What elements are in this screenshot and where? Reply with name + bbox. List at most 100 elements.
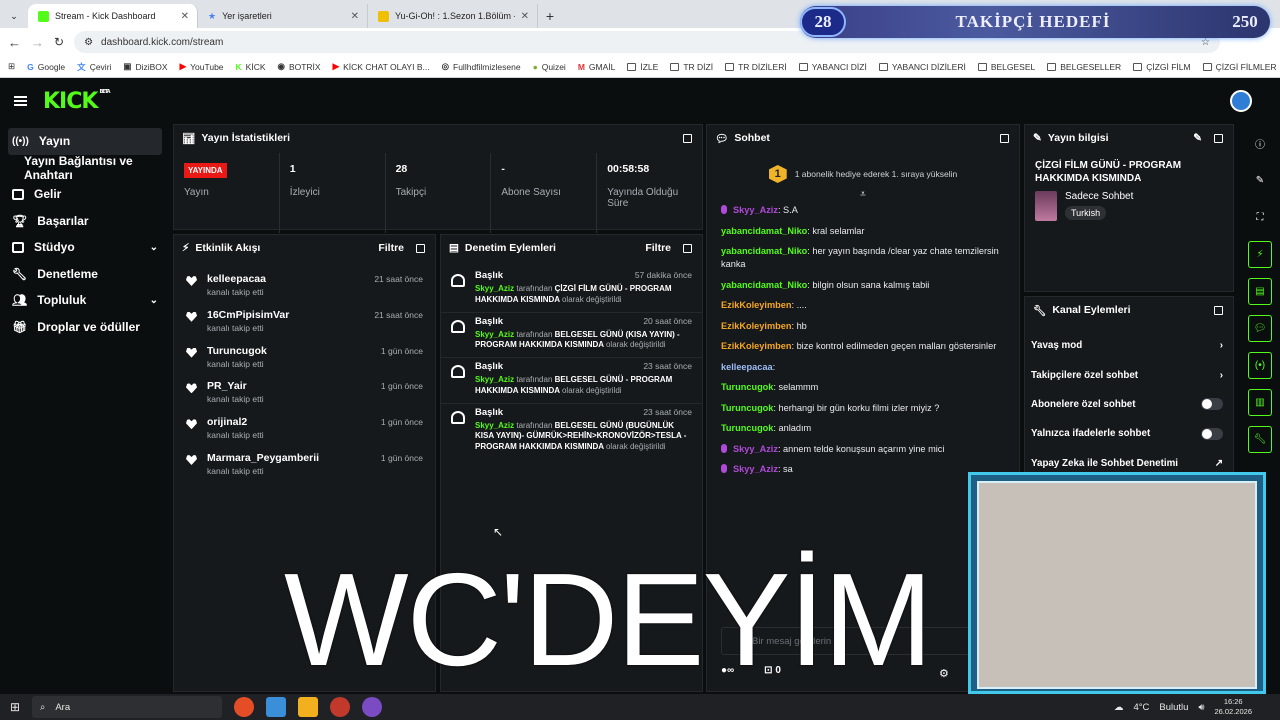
edit-icon[interactable]: ✎ [1248,167,1272,194]
bookmark-item[interactable]: 文 Çeviri [77,61,111,73]
clock[interactable]: 16:26 26.02.2026 [1214,697,1252,717]
bookmark-item[interactable]: ▣ DiziBOX [123,61,167,72]
browser-tab[interactable]: ★ Yer işaretleri ✕ [198,4,368,28]
sidebar-item-drops[interactable]: 🎁︎ Droplar ve ödüller [0,314,170,341]
reload-icon[interactable]: ↻ [54,35,64,49]
chat-username[interactable]: EzikKoleyimben [721,341,791,351]
kick-logo[interactable]: KICK BETA [43,89,111,114]
collapse-icon[interactable]: ⩡ [707,189,1019,200]
media-icon[interactable] [298,697,318,717]
event-user[interactable]: Turuncugok [207,345,267,357]
close-tab-icon[interactable]: ✕ [181,11,189,22]
bookmark-item[interactable]: ● Quizei [533,62,566,72]
sidebar-item-achievements[interactable]: 🏆︎ Başarılar [0,208,170,235]
mod-user[interactable]: Skyy_Aziz [475,330,514,339]
back-icon[interactable]: ← [8,35,21,50]
close-tab-icon[interactable]: ✕ [351,11,359,22]
edit-icon[interactable]: ✎ [1193,132,1202,144]
popout-icon[interactable] [683,243,692,253]
event-user[interactable]: PR_Yair [207,380,264,392]
site-info-icon[interactable]: ⚙ [84,37,93,48]
chat-username[interactable]: yabancidamat_Niko [721,246,807,256]
bookmark-folder[interactable]: BELGESEL [977,62,1035,72]
popout-icon[interactable] [1214,133,1223,143]
sidebar-item-revenue[interactable]: Gelir [0,181,170,208]
chat-username[interactable]: Skyy_Aziz [733,464,778,474]
bookmark-item[interactable]: ▶ KİCK CHAT OLAYI B... [333,61,430,72]
chat-username[interactable]: Turuncugok [721,403,773,413]
bookmark-folder[interactable]: YABANCI DİZİLERİ [878,62,966,72]
bookmark-star-icon[interactable]: ☆ [1201,37,1210,48]
chat-username[interactable]: Turuncugok [721,423,773,433]
mod-user[interactable]: Skyy_Aziz [475,421,514,430]
avatar[interactable] [1230,90,1252,112]
chat-username[interactable]: EzikKoleyimben [721,300,791,310]
chat-username[interactable]: kelleepacaa [721,362,773,372]
info-icon[interactable]: ⓘ [1248,130,1272,157]
forward-icon[interactable]: → [31,35,44,50]
chat-username[interactable]: Skyy_Aziz [733,444,778,454]
bolt-icon[interactable]: ⚡︎ [1248,241,1272,268]
filter-button[interactable]: Filtre [378,242,404,254]
event-user[interactable]: orijinal2 [207,416,264,428]
sidebar-item-studio[interactable]: Stüdyo ⌄ [0,234,170,261]
chat-username[interactable]: Skyy_Aziz [733,205,778,215]
volume-icon[interactable]: 🔊︎ [1198,702,1204,713]
chat-username[interactable]: yabancidamat_Niko [721,280,807,290]
taskbar-search[interactable]: ⌕ Ara [32,696,222,718]
bookmark-item[interactable]: M GMAİL [578,62,616,72]
popout-icon[interactable] [1000,133,1009,143]
followers-only-row[interactable]: Takipçilere özel sohbet › [1025,360,1233,389]
sidebar-item-community[interactable]: 👥︎ Topluluk ⌄ [0,287,170,314]
chat-username[interactable]: Turuncugok [721,382,773,392]
browser-tab[interactable]: Stream - Kick Dashboard ✕ [28,4,198,28]
event-user[interactable]: kelleepacaa [207,273,266,285]
chevron-down-icon[interactable]: ⌄ [150,242,158,253]
sidebar-item-stream-key[interactable]: Yayın Bağlantısı ve Anahtarı [0,154,170,182]
sidebar-item-stream[interactable]: ((•)) Yayın [8,128,162,155]
new-tab-button[interactable]: + [538,4,562,28]
bookmark-item[interactable]: ◉ BOTRİX [278,61,321,72]
bookmark-folder[interactable]: BELGESELLER [1047,62,1121,72]
bookmark-item[interactable]: ▶ YouTube [180,61,224,72]
bookmark-folder[interactable]: YABANCI DİZİ [798,62,867,72]
popout-icon[interactable] [683,133,692,143]
category-name[interactable]: Sadece Sohbet [1065,191,1133,202]
emotes-only-toggle[interactable] [1201,427,1223,440]
event-user[interactable]: Marmara_Peygamberii [207,452,319,464]
event-user[interactable]: 16CmPipisimVar [207,309,289,321]
bookmark-item[interactable]: G Google [27,62,65,72]
pinned-gift-banner[interactable]: 1 1 abonelik hediye ederek 1. sıraya yük… [707,159,1019,189]
bookmark-item[interactable]: ◎ Fullhdfilmizlesene [442,61,521,72]
bookmark-item[interactable]: K KİCK [236,62,266,72]
chevron-down-icon[interactable]: ⌄ [150,295,158,306]
slow-mode-row[interactable]: Yavaş mod › [1025,331,1233,360]
close-tab-icon[interactable]: ✕ [521,11,529,22]
tab-search-icon[interactable]: ⌄ [0,4,28,28]
filter-button[interactable]: Filtre [645,242,671,254]
document-icon[interactable]: ▤ [1248,278,1272,305]
mod-user[interactable]: Skyy_Aziz [475,284,514,293]
app-icon[interactable] [362,697,382,717]
wrench-icon[interactable]: 🔧︎ [1248,426,1272,453]
chat-icon[interactable]: 💬︎ [1248,315,1272,342]
windows-start-icon[interactable]: ⊞ [10,700,20,714]
popout-icon[interactable] [1214,305,1223,315]
chrome-icon[interactable] [234,697,254,717]
screen-icon[interactable]: ⛶ [1248,204,1272,231]
bookmark-folder[interactable]: ÇİZGİ FİLMLER [1202,62,1277,72]
layers-icon[interactable]: ▥ [1248,389,1272,416]
bookmark-folder[interactable]: TR DİZİLERİ [725,62,787,72]
obs-icon[interactable] [330,697,350,717]
chat-username[interactable]: EzikKoleyimben [721,321,791,331]
broadcast-icon[interactable]: (•) [1248,352,1272,379]
explorer-icon[interactable] [266,697,286,717]
bookmark-folder[interactable]: ÇİZGİ FİLM [1133,62,1191,72]
browser-tab[interactable]: Yu-Gi-Oh! : 1.Sezon 1.Bölüm - İ ✕ [368,4,538,28]
bookmark-folder[interactable]: İZLE [627,62,658,72]
bookmark-folder[interactable]: TR DİZİ [670,62,713,72]
sidebar-item-moderation[interactable]: 🔧︎ Denetleme [0,261,170,288]
menu-icon[interactable] [14,96,27,106]
mod-user[interactable]: Skyy_Aziz [475,375,514,384]
popout-icon[interactable] [416,243,425,253]
